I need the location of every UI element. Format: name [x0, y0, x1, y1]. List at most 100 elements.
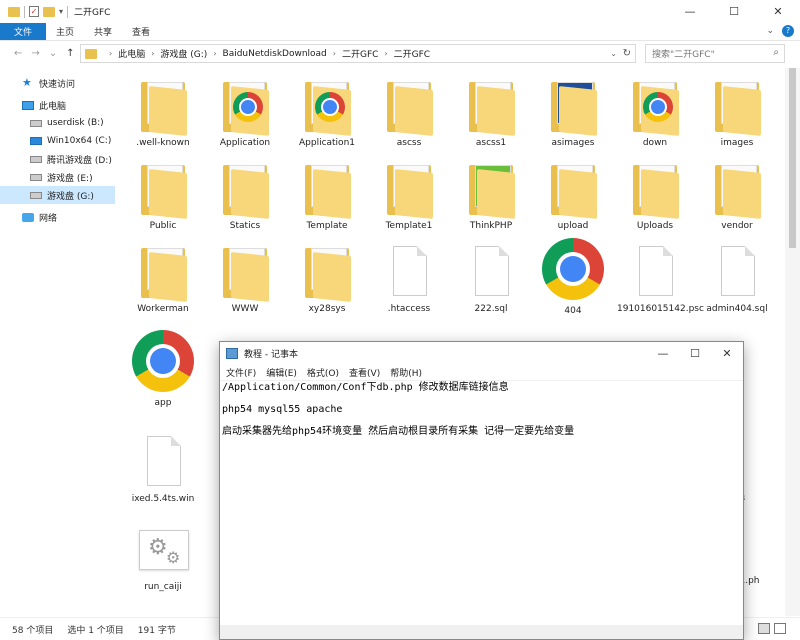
file-name: 222.sql [474, 304, 508, 314]
file-name: Template [306, 221, 348, 231]
sidebar-item-win10x64[interactable]: Win10x64 (C:) [0, 132, 115, 150]
menu-file[interactable]: 文件(F) [226, 366, 256, 379]
breadcrumb-item[interactable]: BaiduNetdiskDownload [223, 49, 327, 59]
file-item[interactable]: Template1 [371, 155, 447, 235]
file-item[interactable]: Statics [207, 155, 283, 235]
file-item[interactable]: 222.sql [453, 238, 529, 318]
sidebar-item-drive-g[interactable]: 游戏盘 (G:) [0, 186, 115, 204]
drive-icon [30, 191, 42, 199]
properties-icon[interactable]: ✓ [29, 6, 39, 17]
file-item[interactable]: asimages [535, 72, 611, 152]
menu-edit[interactable]: 编辑(E) [266, 366, 297, 379]
maximize-button[interactable]: ☐ [712, 0, 756, 23]
file-item[interactable]: Uploads [617, 155, 693, 235]
file-item[interactable]: upload [535, 155, 611, 235]
chevron-right-icon[interactable]: › [213, 49, 216, 58]
folder-icon [217, 78, 273, 136]
chevron-right-icon[interactable]: › [384, 49, 387, 58]
sidebar-item-quick-access[interactable]: ★ 快速访问 [0, 74, 115, 92]
scrollbar-thumb[interactable] [789, 68, 796, 248]
address-bar[interactable]: › 此电脑 › 游戏盘 (G:) › BaiduNetdiskDownload … [80, 44, 636, 63]
sidebar-item-network[interactable]: 网络 [0, 208, 115, 226]
folder-icon [217, 161, 273, 219]
file-item[interactable]: ⚙ ⚙ run_caiji [125, 516, 201, 596]
breadcrumb-item[interactable]: 游戏盘 (G:) [160, 47, 207, 60]
sidebar-item-this-pc[interactable]: 此电脑 [0, 96, 115, 114]
file-name: app [154, 398, 172, 408]
file-item[interactable]: down [617, 72, 693, 152]
large-icons-view-icon[interactable] [774, 623, 786, 634]
forward-icon[interactable]: → [31, 48, 39, 59]
file-item[interactable]: Template [289, 155, 365, 235]
notepad-window: 教程 - 记事本 — ☐ ✕ 文件(F) 编辑(E) 格式(O) 查看(V) 帮… [219, 341, 744, 640]
file-name: 404 [564, 306, 582, 316]
sidebar-item-label: 快速访问 [39, 79, 76, 90]
notepad-close-button[interactable]: ✕ [711, 342, 743, 365]
file-item[interactable]: ThinkPHP [453, 155, 529, 235]
tab-file[interactable]: 文件 [0, 23, 47, 40]
details-view-icon[interactable] [758, 623, 770, 634]
folder-icon [299, 78, 355, 136]
breadcrumb-item[interactable]: 此电脑 [118, 47, 145, 60]
notepad-minimize-button[interactable]: — [647, 342, 679, 365]
customize-toolbar-icon[interactable]: ▾ [59, 7, 63, 16]
folder-icon [709, 78, 765, 136]
sidebar-item-userdisk[interactable]: userdisk (B:) [0, 114, 115, 132]
file-item[interactable]: ixed.5.4ts.win [125, 428, 201, 508]
file-name: vendor [721, 221, 753, 231]
close-button[interactable]: ✕ [756, 0, 800, 23]
file-item[interactable]: vendor [699, 155, 775, 235]
menu-format[interactable]: 格式(O) [307, 366, 339, 379]
up-icon[interactable]: ↑ [66, 48, 74, 59]
tab-share[interactable]: 共享 [84, 23, 122, 40]
folder-icon [627, 78, 683, 136]
file-item[interactable]: .htaccess [371, 238, 447, 318]
file-item[interactable]: images [699, 72, 775, 152]
file-item[interactable]: Workerman [125, 238, 201, 318]
file-item[interactable]: Application1 [289, 72, 365, 152]
file-item[interactable]: Application [207, 72, 283, 152]
gear-file-icon: ⚙ ⚙ [135, 522, 191, 578]
file-item[interactable]: 191016015142.psc [617, 238, 704, 318]
sidebar-item-drive-d[interactable]: 腾讯游戏盘 (D:) [0, 150, 115, 168]
help-icon[interactable]: ? [782, 25, 794, 37]
vertical-scrollbar[interactable] [785, 68, 800, 616]
chevron-right-icon[interactable]: › [109, 49, 112, 58]
file-item[interactable]: .well-known [125, 72, 201, 152]
file-item[interactable]: app [125, 330, 201, 410]
expand-ribbon-icon[interactable]: ⌄ [766, 26, 774, 36]
minimize-button[interactable]: — [668, 0, 712, 23]
search-input[interactable]: 搜索"二开GFC" ⌕ [645, 44, 785, 63]
document-icon [463, 244, 519, 300]
search-icon[interactable]: ⌕ [773, 47, 779, 58]
recent-locations-icon[interactable]: ⌄ [49, 48, 57, 59]
horizontal-scrollbar[interactable] [220, 625, 743, 639]
menu-help[interactable]: 帮助(H) [390, 366, 422, 379]
back-icon[interactable]: ← [14, 48, 22, 59]
file-item[interactable]: 404 [535, 238, 611, 318]
refresh-icon[interactable]: ↻ [623, 48, 631, 59]
file-item[interactable]: WWW [207, 238, 283, 318]
folder-icon [709, 161, 765, 219]
file-item[interactable]: Public [125, 155, 201, 235]
file-item[interactable]: ascss1 [453, 72, 529, 152]
tab-view[interactable]: 查看 [122, 23, 160, 40]
notepad-text-area[interactable]: /Application/Common/Conf下db.php 修改数据库链接信… [222, 382, 742, 637]
sidebar-item-drive-e[interactable]: 游戏盘 (E:) [0, 168, 115, 186]
menu-view[interactable]: 查看(V) [349, 366, 380, 379]
breadcrumb-item[interactable]: 二开GFC [342, 47, 378, 60]
chevron-down-icon[interactable]: ⌄ [610, 49, 617, 58]
chevron-right-icon[interactable]: › [333, 49, 336, 58]
notepad-maximize-button[interactable]: ☐ [679, 342, 711, 365]
chevron-right-icon[interactable]: › [151, 49, 154, 58]
new-folder-icon[interactable] [43, 6, 55, 17]
breadcrumb-item[interactable]: 二开GFC [394, 47, 430, 60]
file-item[interactable]: ascss [371, 72, 447, 152]
selection-size: 191 字节 [137, 625, 176, 636]
folder-icon [85, 48, 97, 59]
folder-icon [8, 6, 20, 17]
file-item[interactable]: admin404.sql [699, 238, 775, 318]
tab-home[interactable]: 主页 [46, 23, 84, 40]
file-item[interactable]: xy28sys [289, 238, 365, 318]
file-name: down [642, 138, 668, 148]
